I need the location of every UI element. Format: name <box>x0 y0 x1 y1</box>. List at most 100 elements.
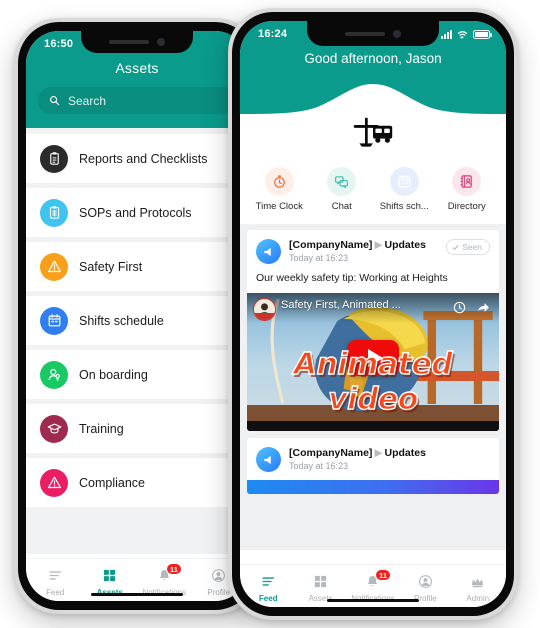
user-circle-icon <box>212 569 226 582</box>
user-key-icon <box>40 360 68 389</box>
post-channel: Updates <box>384 239 426 251</box>
earpiece-speaker <box>345 31 385 36</box>
page-title: Assets <box>115 60 159 76</box>
post-banner-image <box>247 480 499 494</box>
megaphone-icon <box>263 455 271 464</box>
list-item-label: On boarding <box>79 367 148 382</box>
quick-action-time-clock[interactable]: Time Clock <box>250 167 308 212</box>
quick-action-label: Directory <box>447 201 486 212</box>
search-icon <box>50 96 60 106</box>
phone-right: 16:24 Good afternoon, Jason Time Clock C… <box>228 8 518 620</box>
feed-post[interactable]: [CompanyName] ▶ Updates Today at 16:23 <box>247 438 499 494</box>
list-item-label: SOPs and Protocols <box>79 205 192 220</box>
quick-actions[interactable]: Time Clock Chat Shifts sch... Directory <box>240 161 506 224</box>
document-stack-icon <box>40 198 68 227</box>
list-item[interactable]: Training <box>26 404 248 453</box>
contact-book-icon <box>460 175 473 188</box>
notification-badge: 11 <box>375 569 391 581</box>
video-thumbnail[interactable]: Safety First, Animated ... Animated vide… <box>247 293 499 431</box>
chat-bubbles-icon <box>335 176 349 189</box>
home-indicator <box>327 598 419 602</box>
list-item-label: Reports and Checklists <box>79 151 208 166</box>
nav-item-label: Feed <box>46 588 65 597</box>
front-camera <box>157 38 165 46</box>
crown-icon <box>472 578 484 588</box>
greeting-text: Good afternoon, Jason <box>304 51 442 66</box>
chat-bubbles-icon <box>327 167 357 196</box>
clipboard-icon <box>40 144 68 173</box>
phone-right-bezel: 16:24 Good afternoon, Jason Time Clock C… <box>232 12 514 616</box>
nav-item-label: Admin <box>466 594 490 603</box>
post-company: [CompanyName] <box>289 239 373 251</box>
channel-avatar-icon <box>254 299 275 320</box>
list-item-label: Safety First <box>79 259 143 274</box>
post-company: [CompanyName] <box>289 447 373 459</box>
post-meta: [CompanyName] ▶ Updates Today at 16:23 <box>289 447 490 471</box>
list-item[interactable]: Shifts schedule <box>26 296 248 345</box>
grid-icon <box>294 572 346 591</box>
list-item[interactable]: On boarding <box>26 350 248 399</box>
feed-post[interactable]: [CompanyName] ▶ Updates Today at 16:23 See… <box>247 230 499 431</box>
search-placeholder: Search <box>68 93 107 108</box>
notch <box>307 21 439 46</box>
quick-action-directory[interactable]: Directory <box>438 167 496 212</box>
feed-icon <box>49 571 61 580</box>
warning-triangle-icon <box>40 252 68 281</box>
calendar-icon <box>48 314 60 327</box>
seen-label: Seen <box>462 242 482 252</box>
calendar-icon <box>389 167 419 196</box>
phone-left-screen: 16:50 Assets Search Reports and Checklis… <box>26 31 248 601</box>
calendar-icon <box>398 175 411 188</box>
screenshot-stage: 16:50 Assets Search Reports and Checklis… <box>0 0 540 628</box>
video-progress-bar[interactable] <box>247 421 499 431</box>
list-item[interactable]: Reports and Checklists <box>26 134 248 183</box>
post-meta: [CompanyName] ▶ Updates Today at 16:23 <box>289 239 438 263</box>
home-indicator <box>91 592 183 596</box>
post-header: [CompanyName] ▶ Updates Today at 16:23 See… <box>247 230 499 264</box>
feed-icon <box>262 577 274 586</box>
graduation-cap-icon <box>47 423 61 434</box>
avatar <box>256 239 281 264</box>
list-item[interactable]: Safety First <box>26 242 248 291</box>
document-stack-icon <box>49 206 59 219</box>
status-time: 16:50 <box>44 38 74 50</box>
grid-icon <box>88 566 132 585</box>
grid-icon <box>104 569 116 582</box>
nav-item-feed[interactable]: Feed <box>33 566 77 597</box>
megaphone-icon <box>263 247 271 256</box>
nav-item-feed[interactable]: Feed <box>242 572 294 603</box>
video-actions[interactable] <box>453 301 491 314</box>
quick-action-shifts-sch[interactable]: Shifts sch... <box>375 167 433 212</box>
signal-icon <box>441 29 452 39</box>
list-item[interactable]: SOPs and Protocols <box>26 188 248 237</box>
stopwatch-icon <box>264 167 294 196</box>
nav-item-label: Feed <box>258 594 278 603</box>
user-key-icon <box>48 368 60 381</box>
search-input[interactable]: Search <box>38 87 236 114</box>
status-time: 16:24 <box>258 28 288 40</box>
notch <box>81 31 193 53</box>
nav-item-admin[interactable]: Admin <box>452 572 504 603</box>
watch-later-icon[interactable] <box>453 301 466 314</box>
feed-list[interactable]: [CompanyName] ▶ Updates Today at 16:23 See… <box>240 224 506 550</box>
clipboard-icon <box>49 152 59 165</box>
header-arc <box>240 84 506 118</box>
post-title: [CompanyName] ▶ Updates <box>289 447 490 459</box>
feed-icon <box>33 566 77 585</box>
phone-right-screen: 16:24 Good afternoon, Jason Time Clock C… <box>240 21 506 607</box>
status-badge: Seen <box>446 239 490 255</box>
wifi-icon <box>457 31 468 39</box>
channel-avatar <box>253 298 276 321</box>
quick-action-chat[interactable]: Chat <box>313 167 371 212</box>
share-icon[interactable] <box>476 301 491 314</box>
alert-triangle-icon <box>47 476 61 489</box>
phone-left: 16:50 Assets Search Reports and Checklis… <box>14 18 260 614</box>
list-item[interactable]: Compliance <box>26 458 248 507</box>
post-separator-icon: ▶ <box>374 447 383 459</box>
graduation-cap-icon <box>40 414 68 443</box>
video-caption: Animated video <box>293 346 453 417</box>
stopwatch-icon <box>273 175 285 188</box>
list-item-label: Compliance <box>79 475 146 490</box>
post-body: Our weekly safety tip: Working at Height… <box>256 272 448 284</box>
assets-list[interactable]: Reports and Checklists SOPs and Protocols… <box>26 128 248 554</box>
